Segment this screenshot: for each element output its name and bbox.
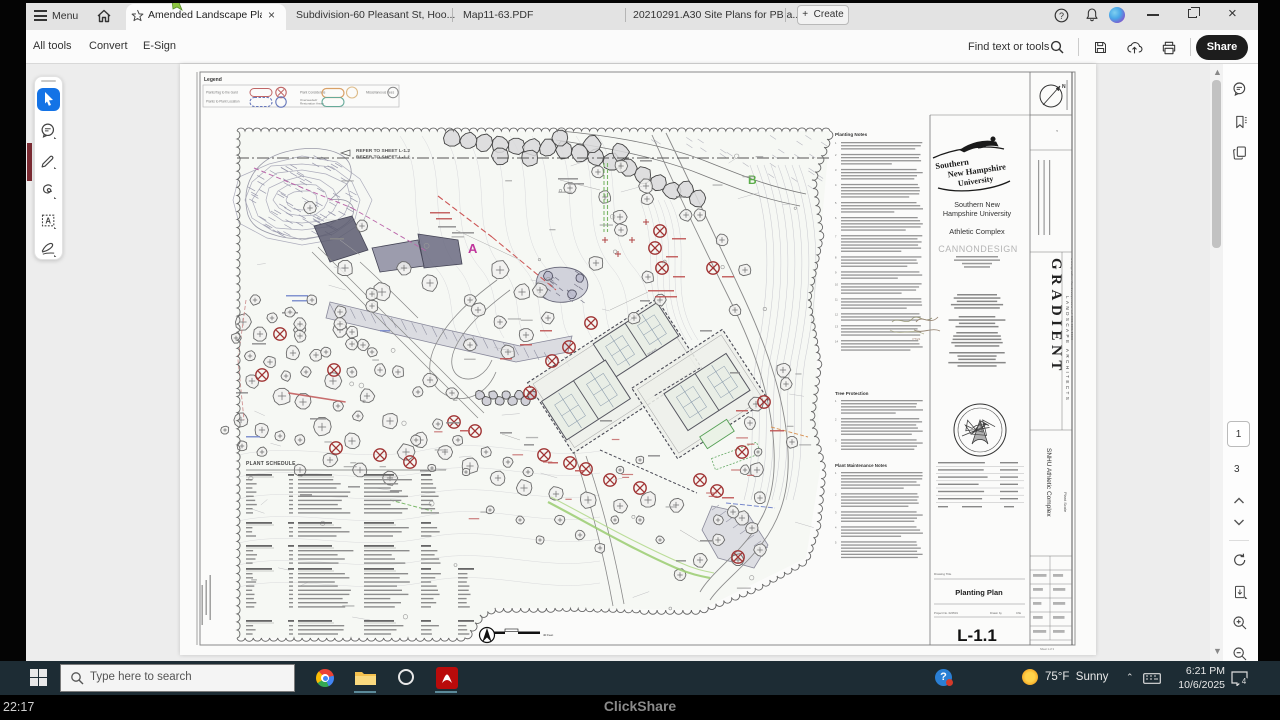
svg-text:Drawing Title: Drawing Title bbox=[934, 572, 952, 576]
svg-text:N: N bbox=[1062, 84, 1066, 90]
svg-text:REFER TO SHEET L-1.2: REFER TO SHEET L-1.2 bbox=[356, 148, 410, 154]
svg-text:Plants/Tag to the Gard: Plants/Tag to the Gard bbox=[206, 91, 238, 95]
svg-text:Hampshire University: Hampshire University bbox=[943, 209, 1012, 218]
svg-text:LANDSCAPE ARCHITECTS: LANDSCAPE ARCHITECTS bbox=[1065, 296, 1070, 402]
svg-text:Plants to Plant Location: Plants to Plant Location bbox=[206, 100, 240, 104]
svg-text:P: P bbox=[1055, 130, 1059, 132]
svg-text:Athletic Complex: Athletic Complex bbox=[949, 227, 1005, 236]
svg-text:Chk: Chk bbox=[1016, 611, 1022, 615]
svg-text:PLANT SCHEDULE: PLANT SCHEDULE bbox=[246, 461, 296, 467]
svg-text:Project No. 020531: Project No. 020531 bbox=[934, 611, 958, 615]
svg-text:Southern New: Southern New bbox=[954, 200, 1000, 209]
svg-text:B: B bbox=[748, 173, 757, 187]
svg-text:7/7/21: 7/7/21 bbox=[912, 337, 921, 341]
svg-text:GRADIENT: GRADIENT bbox=[1048, 258, 1064, 375]
svg-text:Drawn by: Drawn by bbox=[990, 611, 1002, 615]
svg-text:Plant Maintenance Notes: Plant Maintenance Notes bbox=[835, 463, 888, 468]
svg-text:Miscellaneous trees: Miscellaneous trees bbox=[366, 91, 395, 95]
svg-text:Tree Protection: Tree Protection bbox=[835, 391, 869, 396]
svg-text:www.gradientlandscape.com tel: www.gradientlandscape.com tel 000.000.00… bbox=[1070, 258, 1074, 340]
svg-text:Planting Plan: Planting Plan bbox=[955, 588, 1003, 597]
svg-text:Legend: Legend bbox=[204, 77, 222, 83]
svg-text:40 Feet: 40 Feet bbox=[543, 633, 553, 637]
svg-text:A: A bbox=[468, 241, 478, 256]
svg-text:Planting Notes: Planting Notes bbox=[835, 132, 868, 137]
svg-text:L-1.1: L-1.1 bbox=[957, 626, 997, 645]
svg-text:?: ? bbox=[1059, 11, 1064, 21]
svg-text:Restoration Areas: Restoration Areas bbox=[300, 102, 324, 106]
svg-text:REFER TO SHEET L-1.1: REFER TO SHEET L-1.1 bbox=[356, 155, 410, 161]
svg-text:A: A bbox=[45, 216, 51, 225]
svg-text:Plant Scale: Plant Scale bbox=[1063, 492, 1068, 513]
svg-text:CANNONDESIGN: CANNONDESIGN bbox=[938, 244, 1018, 254]
svg-text:SNHU Athletic Complex: SNHU Athletic Complex bbox=[1045, 448, 1052, 517]
svg-text:Sheet 1 of 3: Sheet 1 of 3 bbox=[1040, 647, 1055, 651]
